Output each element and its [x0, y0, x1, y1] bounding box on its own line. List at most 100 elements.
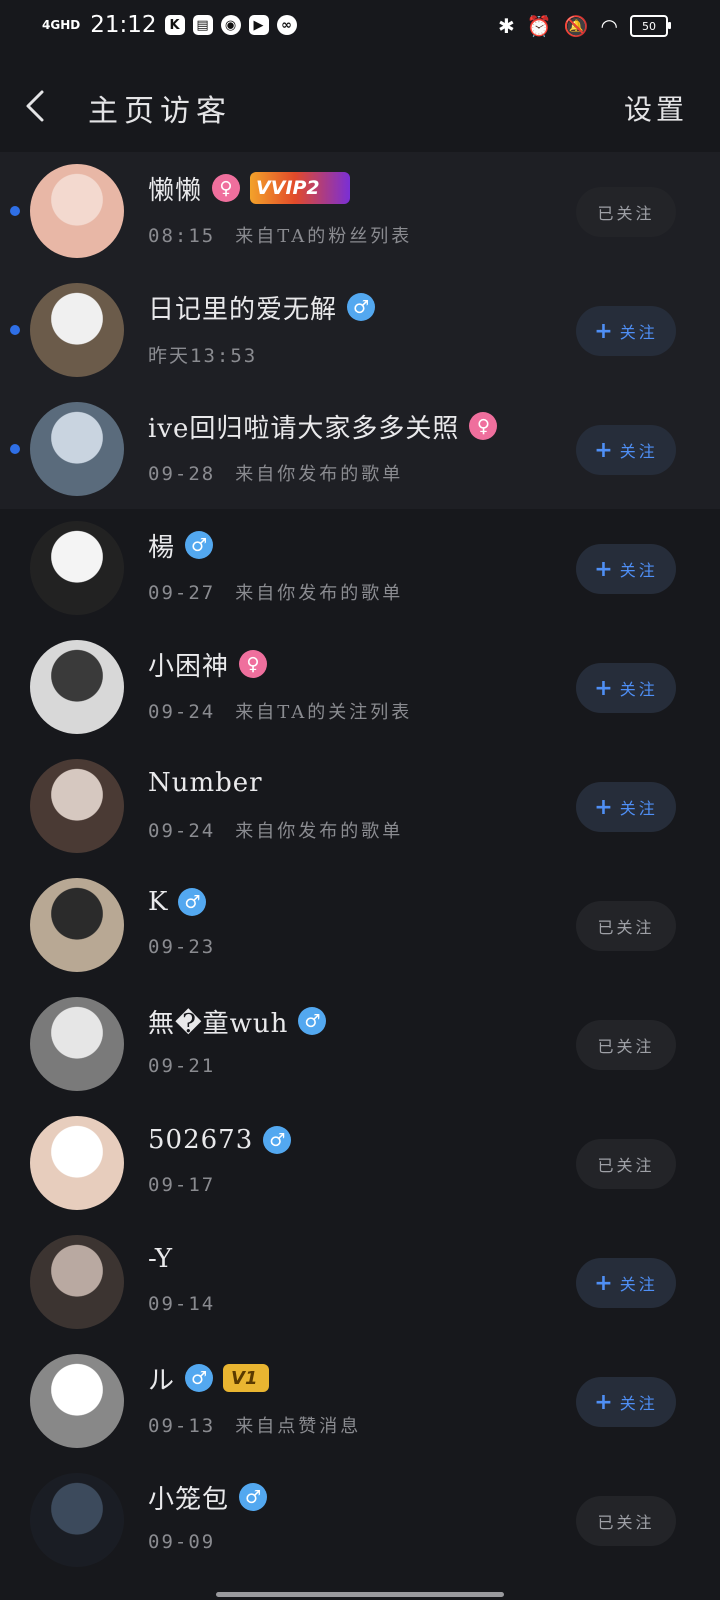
visitor-name[interactable]: ル: [148, 1360, 175, 1397]
vip-badge: V VIP2: [250, 172, 351, 204]
visitor-name[interactable]: 懒懒: [148, 170, 202, 207]
mute-icon: 🔕: [563, 14, 589, 38]
visitor-row[interactable]: -Y 09-14 + 关注: [0, 1223, 720, 1342]
follow-button[interactable]: + 关注: [576, 544, 676, 594]
visit-source: 来自TA的关注列表: [235, 702, 413, 723]
follow-button[interactable]: + 关注: [576, 425, 676, 475]
audio-icon: ◉: [220, 15, 241, 35]
visitor-row[interactable]: 懒懒 ♀ V VIP2 08:15 来自TA的粉丝列表 已关注: [0, 152, 720, 271]
link-icon: ∞: [276, 15, 297, 35]
visitor-name[interactable]: K: [148, 887, 168, 917]
avatar[interactable]: [30, 1354, 124, 1448]
female-icon: ♀: [212, 174, 241, 202]
following-button[interactable]: 已关注: [576, 1020, 676, 1070]
avatar[interactable]: [30, 1235, 124, 1329]
visit-source: 来自你发布的歌单: [235, 583, 404, 604]
visitor-name[interactable]: -Y: [148, 1244, 173, 1274]
visitor-row[interactable]: Number 09-24 来自你发布的歌单 + 关注: [0, 747, 720, 866]
visitor-row[interactable]: 小困神 ♀ 09-24 来自TA的关注列表 + 关注: [0, 628, 720, 747]
male-icon: ♂: [298, 1007, 327, 1035]
name-line: 小困神 ♀: [148, 646, 268, 683]
home-indicator[interactable]: [216, 1592, 504, 1597]
avatar[interactable]: [30, 1116, 124, 1210]
avatar[interactable]: [30, 759, 124, 853]
vip-badge: V1: [223, 1364, 270, 1392]
vip-level: VIP2: [270, 177, 320, 199]
follow-button[interactable]: + 关注: [576, 782, 676, 832]
visitor-name[interactable]: 小笼包: [148, 1479, 229, 1516]
visitor-row[interactable]: ル ♂ V 1 09-13 来自点赞消息 + 关注: [0, 1342, 720, 1461]
unread-dot: [10, 444, 20, 454]
visit-time: 09-17: [148, 1174, 216, 1196]
visitor-name[interactable]: Number: [148, 768, 263, 798]
following-button[interactable]: 已关注: [576, 1139, 676, 1189]
avatar[interactable]: [30, 402, 124, 496]
male-icon: ♂: [178, 888, 207, 916]
follow-label: 关注: [619, 442, 658, 461]
visit-time: 09-27: [148, 582, 216, 604]
follow-label: 关注: [619, 323, 658, 342]
visitor-list: 懒懒 ♀ V VIP2 08:15 来自TA的粉丝列表 已关注 日记里的爱无解 ♂ 昨天13:53…: [0, 152, 720, 1580]
visitor-name[interactable]: ive回归啦请大家多多关照: [148, 408, 459, 445]
avatar[interactable]: [30, 1473, 124, 1567]
follow-button[interactable]: + 关注: [576, 306, 676, 356]
visitor-name[interactable]: 502673: [148, 1125, 253, 1155]
visitor-name[interactable]: 無�童wuh: [148, 1003, 288, 1040]
visit-time: 09-24: [148, 820, 216, 842]
avatar[interactable]: [30, 521, 124, 615]
follow-label: 关注: [619, 1275, 658, 1294]
follow-label: 关注: [619, 561, 658, 580]
plus-icon: +: [594, 556, 616, 582]
avatar[interactable]: [30, 878, 124, 972]
visitor-name[interactable]: 楊: [148, 527, 175, 564]
book-icon: ▤: [192, 15, 213, 35]
name-line: 楊 ♂: [148, 527, 214, 564]
status-time: 21:12: [90, 12, 157, 38]
name-line: K ♂: [148, 884, 207, 920]
following-label: 已关注: [597, 1037, 655, 1056]
avatar[interactable]: [30, 164, 124, 258]
visit-time: 09-13: [148, 1415, 216, 1437]
male-icon: ♂: [185, 531, 214, 559]
visitor-row[interactable]: 502673 ♂ 09-17 已关注: [0, 1104, 720, 1223]
visitor-name[interactable]: 小困神: [148, 646, 229, 683]
visit-source: 来自点赞消息: [235, 1416, 362, 1437]
visit-meta: 09-21: [148, 1055, 215, 1077]
name-line: -Y: [148, 1241, 173, 1277]
visitor-row[interactable]: K ♂ 09-23 已关注: [0, 866, 720, 985]
following-button[interactable]: 已关注: [576, 901, 676, 951]
follow-button[interactable]: + 关注: [576, 1258, 676, 1308]
follow-button[interactable]: + 关注: [576, 1377, 676, 1427]
visit-meta: 09-09: [148, 1531, 215, 1553]
follow-label: 关注: [619, 799, 658, 818]
follow-label: 关注: [619, 680, 658, 699]
visitor-row[interactable]: ive回归啦请大家多多关照 ♀ 09-28 来自你发布的歌单 + 关注: [0, 390, 720, 509]
visit-meta: 09-17: [148, 1174, 215, 1196]
settings-button[interactable]: 设置: [624, 88, 688, 128]
visit-meta: 昨天13:53: [148, 341, 257, 368]
avatar[interactable]: [30, 640, 124, 734]
visitor-row[interactable]: 小笼包 ♂ 09-09 已关注: [0, 1461, 720, 1580]
visitor-row[interactable]: 無�童wuh ♂ 09-21 已关注: [0, 985, 720, 1104]
back-button[interactable]: [18, 84, 58, 128]
name-line: 502673 ♂: [148, 1122, 292, 1158]
header: 主页访客 设置: [0, 72, 720, 142]
avatar[interactable]: [30, 997, 124, 1091]
visit-time: 09-23: [148, 936, 216, 958]
vip-level: 1: [244, 1367, 258, 1389]
visit-time: 09-21: [148, 1055, 216, 1077]
follow-button[interactable]: + 关注: [576, 663, 676, 713]
following-button[interactable]: 已关注: [576, 187, 676, 237]
visitor-row[interactable]: 楊 ♂ 09-27 来自你发布的歌单 + 关注: [0, 509, 720, 628]
plus-icon: +: [594, 437, 616, 463]
visitor-name[interactable]: 日记里的爱无解: [148, 289, 337, 326]
following-button[interactable]: 已关注: [576, 1496, 676, 1546]
male-icon: ♂: [185, 1364, 214, 1392]
visitor-row[interactable]: 日记里的爱无解 ♂ 昨天13:53 + 关注: [0, 271, 720, 390]
visit-meta: 09-14: [148, 1293, 215, 1315]
visit-meta: 09-24 来自你发布的歌单: [148, 817, 403, 843]
follow-label: 关注: [619, 1394, 658, 1413]
avatar[interactable]: [30, 283, 124, 377]
status-bar: 4GHD 21:12 K ▤ ◉ ▶ ∞ ✱ ⏰ 🔕 ◠ 50: [0, 0, 720, 56]
visit-time: 09-09: [148, 1531, 216, 1553]
